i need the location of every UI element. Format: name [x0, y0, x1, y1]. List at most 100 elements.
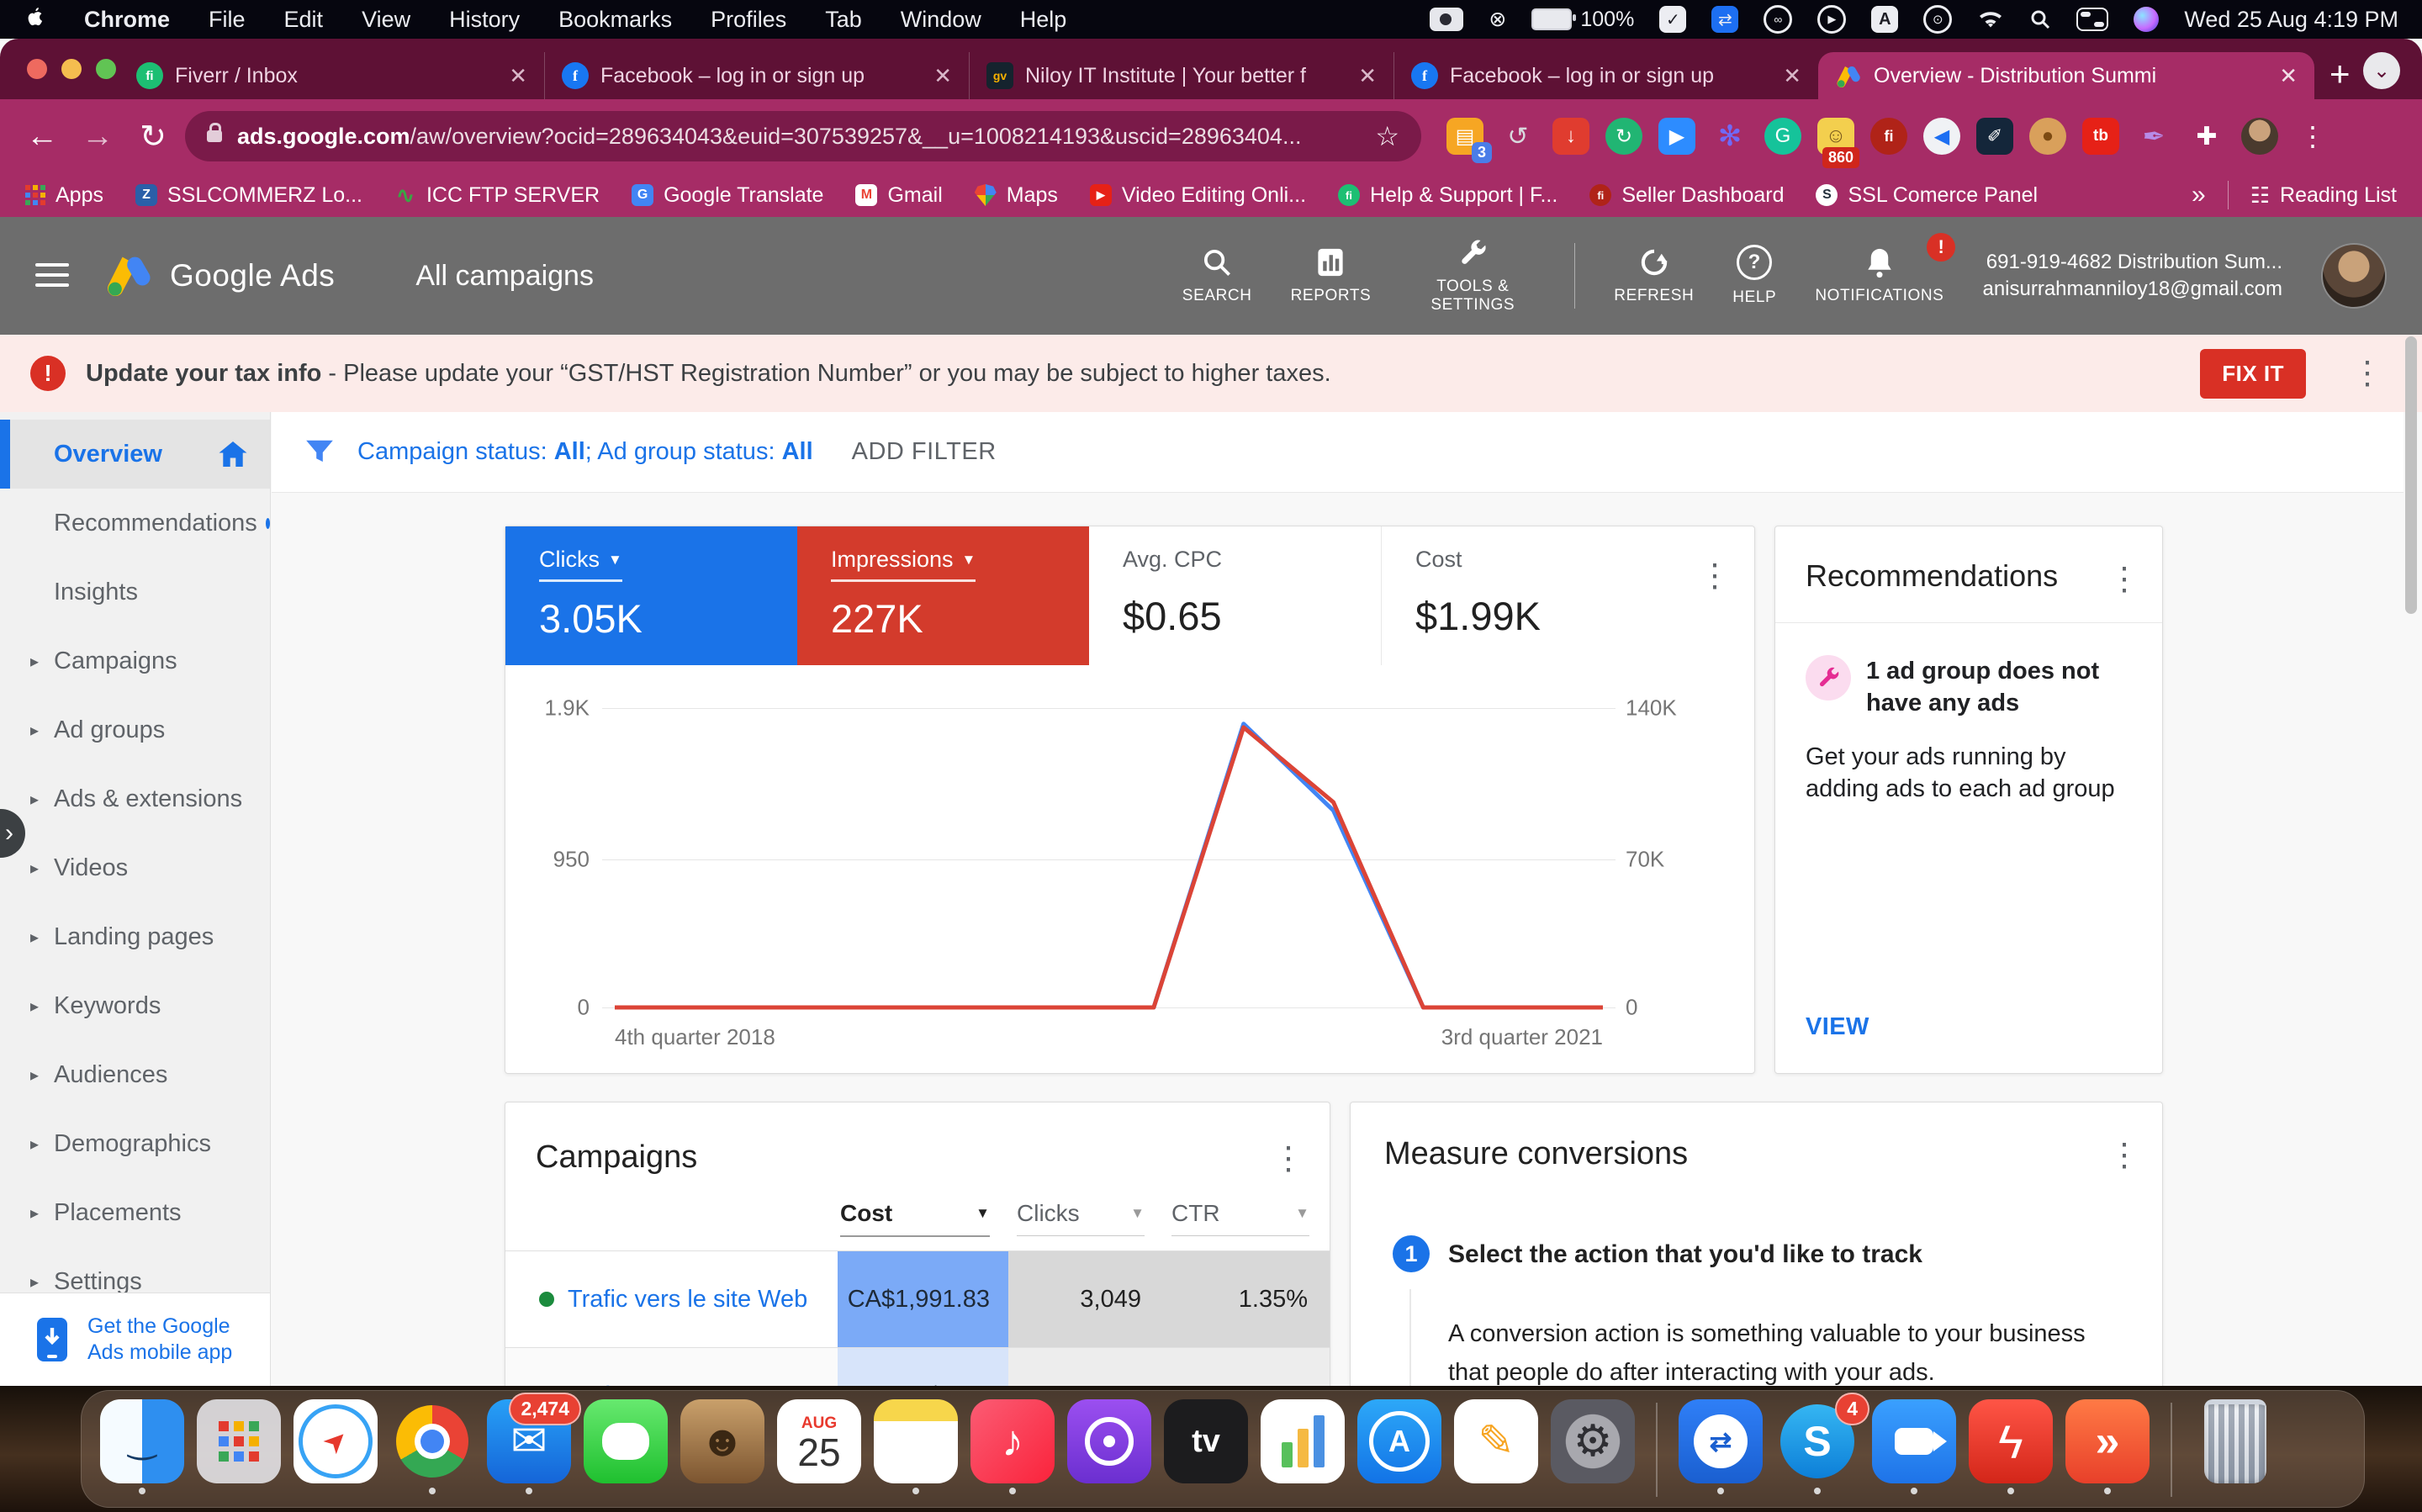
dock-teamviewer[interactable]: ⇄: [1679, 1399, 1763, 1494]
tab-close-icon[interactable]: ✕: [1783, 63, 1801, 89]
measure-menu-icon[interactable]: ⋮: [2108, 1139, 2140, 1171]
tab-close-icon[interactable]: ✕: [933, 63, 952, 89]
account-info[interactable]: 691-919-4682 Distribution Sum... anisurr…: [1982, 249, 2282, 303]
dock-calendar[interactable]: AUG25: [777, 1399, 861, 1494]
address-bar[interactable]: ads.google.com/aw/overview?ocid=28963404…: [185, 111, 1421, 161]
campaigns-menu-icon[interactable]: ⋮: [1272, 1143, 1304, 1175]
main-menu-hamburger[interactable]: [35, 263, 69, 288]
accessibility-icon[interactable]: ⊙: [1923, 4, 1952, 34]
lock-icon[interactable]: [207, 130, 222, 142]
dock-apple-tv[interactable]: tv: [1164, 1399, 1248, 1494]
account-avatar[interactable]: [2321, 243, 2387, 309]
sidebar-item-recommendations[interactable]: Recommendations: [0, 489, 270, 558]
bookmark-google-translate[interactable]: GGoogle Translate: [632, 183, 823, 208]
bookmark-video-editing[interactable]: ▶Video Editing Onli...: [1090, 183, 1306, 208]
sidebar-item-keywords[interactable]: ▸Keywords: [0, 971, 270, 1040]
tab-manager-extension-icon[interactable]: ▤3: [1446, 118, 1483, 155]
sidebar-item-placements[interactable]: ▸Placements: [0, 1178, 270, 1247]
menu-bookmarks[interactable]: Bookmarks: [558, 7, 672, 33]
dock-skype[interactable]: S4: [1775, 1399, 1859, 1494]
video-camera-extension-icon[interactable]: ▶: [1658, 118, 1695, 155]
header-reports-button[interactable]: REPORTS: [1291, 246, 1372, 305]
menu-window[interactable]: Window: [901, 7, 981, 33]
feather-extension-icon[interactable]: ✒: [2135, 118, 2172, 155]
tab-fiverr-inbox[interactable]: fi Fiverr / Inbox ✕: [119, 52, 544, 99]
header-refresh-button[interactable]: REFRESH: [1614, 246, 1694, 305]
tubebuddy-extension-icon[interactable]: tb: [2082, 118, 2119, 155]
sidebar-item-videos[interactable]: ▸Videos: [0, 833, 270, 902]
download-extension-icon[interactable]: ↓: [1552, 118, 1589, 155]
column-header-clicks[interactable]: Clicks▼: [1017, 1200, 1145, 1236]
header-search-button[interactable]: SEARCH: [1182, 246, 1252, 305]
bookmark-help-support[interactable]: fiHelp & Support | F...: [1338, 183, 1557, 208]
dock-launchpad[interactable]: [197, 1399, 281, 1494]
menu-edit[interactable]: Edit: [284, 7, 324, 33]
scorecard-impressions[interactable]: Impressions▼ 227K: [797, 526, 1089, 665]
tab-search-button[interactable]: ⌄: [2363, 52, 2400, 89]
scorecard-cost[interactable]: Cost $1.99K: [1381, 526, 1673, 665]
dock-zoom[interactable]: [1872, 1399, 1956, 1494]
control-center-icon[interactable]: [2076, 8, 2108, 31]
fix-it-button[interactable]: FIX IT: [2200, 349, 2306, 399]
siri-icon[interactable]: [2134, 7, 2159, 32]
tab-close-icon[interactable]: ✕: [509, 63, 527, 89]
dock-chrome[interactable]: [390, 1399, 474, 1494]
table-row[interactable]: vidéo youtube CA$0.00 0 0.00%: [505, 1348, 1330, 1386]
url-text[interactable]: ads.google.com/aw/overview?ocid=28963404…: [237, 124, 1360, 150]
tab-google-ads-overview[interactable]: Overview - Distribution Summi ✕: [1818, 52, 2314, 99]
sidebar-item-insights[interactable]: Insights: [0, 558, 270, 626]
fiverr-extension-icon[interactable]: fi: [1870, 118, 1907, 155]
add-filter-button[interactable]: ADD FILTER: [852, 438, 997, 466]
wifi-icon[interactable]: [1977, 4, 2004, 34]
menu-help[interactable]: Help: [1020, 7, 1067, 33]
menu-profiles[interactable]: Profiles: [711, 7, 786, 33]
dock-pages[interactable]: ✎: [1454, 1399, 1538, 1494]
overview-card-menu-icon[interactable]: ⋮: [1699, 560, 1731, 592]
snowflake-extension-icon[interactable]: ✻: [1711, 118, 1748, 155]
close-window-button[interactable]: [27, 59, 47, 79]
dock-mail[interactable]: ✉2,474: [487, 1399, 571, 1494]
avatar-860-extension-icon[interactable]: ☺860: [1817, 118, 1854, 155]
spotlight-icon[interactable]: [2029, 4, 2051, 34]
mobile-app-promo[interactable]: Get the Google Ads mobile app: [0, 1293, 270, 1386]
header-notifications-button[interactable]: ! NOTIFICATIONS: [1815, 246, 1943, 305]
profile-avatar-small[interactable]: [2241, 118, 2278, 155]
recommendations-menu-icon[interactable]: ⋮: [2108, 563, 2140, 595]
new-tab-button[interactable]: +: [2329, 54, 2351, 94]
refresh-extension-icon[interactable]: ↻: [1605, 118, 1642, 155]
reading-list-button[interactable]: ☷Reading List: [2250, 182, 2397, 209]
back-button[interactable]: ←: [19, 119, 66, 155]
cookie-extension-icon[interactable]: ●: [2029, 118, 2066, 155]
campaign-link[interactable]: Trafic vers le site Web: [568, 1286, 807, 1314]
dock-contacts[interactable]: ☻: [680, 1399, 764, 1494]
banner-menu-icon[interactable]: ⋮: [2351, 357, 2383, 389]
apple-logo-icon[interactable]: [24, 4, 45, 34]
dock-red-chevrons-app[interactable]: »: [2065, 1399, 2150, 1494]
performance-line-chart[interactable]: [615, 695, 1603, 1023]
sidebar-item-landing-pages[interactable]: ▸Landing pages: [0, 902, 270, 971]
chevron-down-icon[interactable]: ▼: [608, 552, 622, 568]
history-extension-icon[interactable]: ↺: [1499, 118, 1536, 155]
campaign-status-filter[interactable]: Campaign status: All; Ad group status: A…: [357, 438, 813, 466]
dock-podcasts[interactable]: [1067, 1399, 1151, 1494]
bookmark-seller-dashboard[interactable]: fiSeller Dashboard: [1589, 183, 1784, 208]
page-scrollbar[interactable]: [2405, 336, 2417, 614]
language-a-icon[interactable]: A: [1871, 6, 1898, 33]
sidebar-item-demographics[interactable]: ▸Demographics: [0, 1109, 270, 1178]
bookmark-gmail[interactable]: MGmail: [855, 183, 942, 208]
dock-notes[interactable]: [874, 1399, 958, 1494]
bookmark-sslcommerz[interactable]: ZSSLCOMMERZ Lo...: [135, 183, 362, 208]
sidebar-item-ads-extensions[interactable]: ▸Ads & extensions: [0, 764, 270, 833]
dock-trash[interactable]: [2193, 1399, 2277, 1494]
tab-close-icon[interactable]: ✕: [2279, 63, 2298, 89]
table-row[interactable]: Trafic vers le site Web CA$1,991.83 3,04…: [505, 1251, 1330, 1347]
sidebar-item-campaigns[interactable]: ▸Campaigns: [0, 626, 270, 695]
menu-chrome[interactable]: Chrome: [84, 7, 170, 33]
sidebar-item-overview[interactable]: Overview: [0, 420, 270, 489]
scorecard-clicks[interactable]: Clicks▼ 3.05K: [505, 526, 797, 665]
screen-camera-icon[interactable]: [1430, 8, 1463, 31]
dock-music[interactable]: ♪: [970, 1399, 1055, 1494]
dock-messages[interactable]: [584, 1399, 668, 1494]
menu-history[interactable]: History: [449, 7, 520, 33]
scorecard-avg-cpc[interactable]: Avg. CPC $0.65: [1089, 526, 1381, 665]
